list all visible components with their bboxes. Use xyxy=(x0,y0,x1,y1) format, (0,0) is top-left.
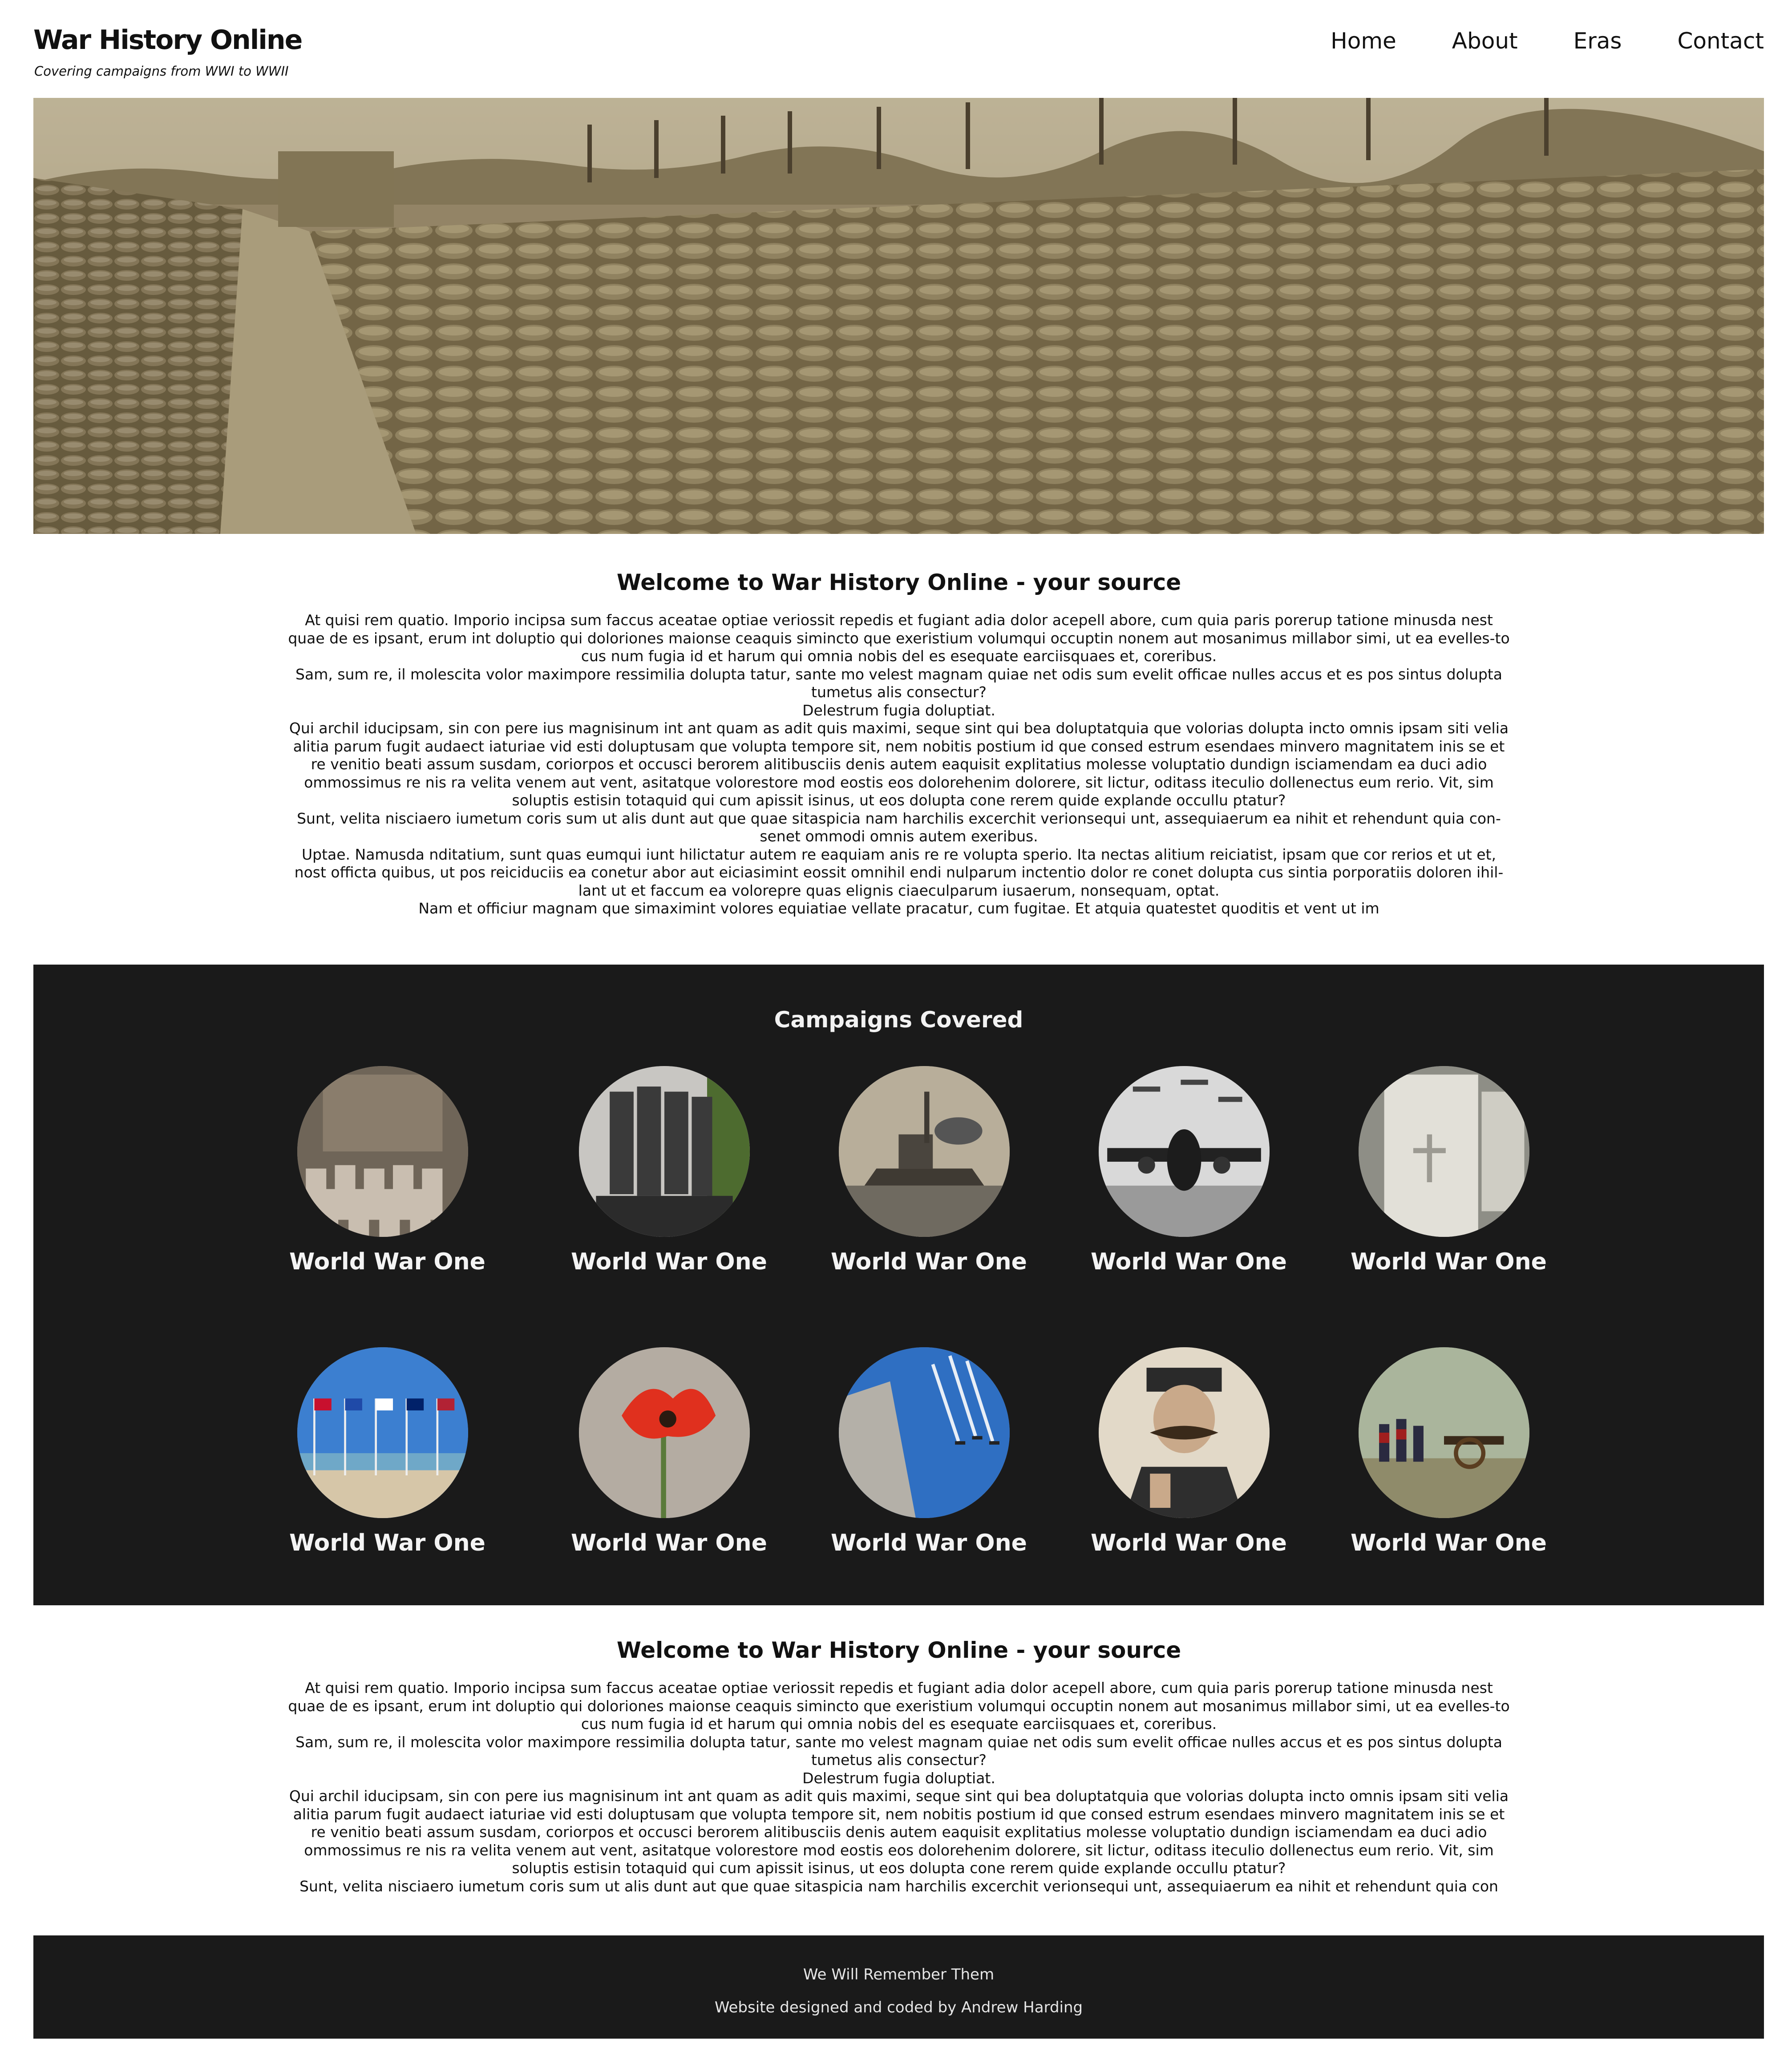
kitchener-portrait-image xyxy=(1099,1347,1270,1518)
intro-paragraph: At quisi rem quatio. Imporio incipsa sum… xyxy=(288,611,1510,665)
site-tagline: Covering campaigns from WWI to WWII xyxy=(34,64,289,79)
campaign-label: World War One xyxy=(1091,1248,1287,1275)
intro-paragraph: Qui archil iducipsam, sin con pere ius m… xyxy=(289,719,1509,809)
campaign-label: World War One xyxy=(1351,1530,1547,1556)
memorial-headstones-image xyxy=(297,1066,468,1237)
campaign-label: World War One xyxy=(1091,1530,1287,1556)
intro-body: At quisi rem quatio. Imporio incipsa sum… xyxy=(285,1679,1513,1895)
campaign-card[interactable]: World War One xyxy=(1091,1066,1287,1275)
footer-credit: Website designed and coded by Andrew Har… xyxy=(714,1999,1083,2016)
poppy-image xyxy=(579,1347,750,1518)
intro-paragraph: Qui archil iducipsam, sin con pere ius m… xyxy=(289,1787,1509,1877)
site-footer: We Will Remember Them Website designed a… xyxy=(33,1935,1764,2039)
campaign-label: World War One xyxy=(571,1530,767,1556)
flags-memorial-image xyxy=(297,1347,468,1518)
intro-paragraph: Uptae. Namusda nditatium, sunt quas eumq… xyxy=(294,845,1504,899)
intro-paragraph: Delestrum fugia doluptiat. xyxy=(802,1769,995,1787)
campaign-label: World War One xyxy=(831,1248,1027,1275)
site-title[interactable]: War History Online xyxy=(33,24,303,56)
nav-home-link[interactable]: Home xyxy=(1331,28,1396,54)
campaign-card[interactable]: World War One xyxy=(571,1347,767,1556)
trench-illustration xyxy=(33,98,1764,534)
cannon-reenactment-image xyxy=(1359,1347,1529,1518)
campaign-card[interactable]: World War One xyxy=(1351,1066,1547,1275)
footer-motto: We Will Remember Them xyxy=(803,1966,995,1983)
campaign-card[interactable]: World War One xyxy=(1091,1347,1287,1556)
campaign-card[interactable]: World War One xyxy=(571,1066,767,1275)
nav-eras-link[interactable]: Eras xyxy=(1574,28,1622,54)
intro-paragraph: Nam et officiur magnam que simaximint vo… xyxy=(418,900,1379,917)
campaign-card[interactable]: World War One xyxy=(289,1066,485,1275)
intro-paragraph: Sam, sum re, il molescita volor maximpor… xyxy=(295,665,1502,701)
campaign-label: World War One xyxy=(289,1530,485,1556)
nav-contact-link[interactable]: Contact xyxy=(1677,28,1764,54)
site-header: War History Online Covering campaigns fr… xyxy=(33,24,1764,82)
campaigns-heading: Campaigns Covered xyxy=(774,1007,1023,1033)
intro-paragraph: At quisi rem quatio. Imporio incipsa sum… xyxy=(288,1679,1510,1733)
intro-section: Welcome to War History Online - your sou… xyxy=(285,570,1513,918)
campaign-label: World War One xyxy=(571,1248,767,1275)
battleship-image xyxy=(839,1066,1010,1237)
intro-paragraph: Sam, sum re, il molescita volor maximpor… xyxy=(295,1733,1502,1769)
soldier-statue-image xyxy=(579,1066,750,1237)
intro-paragraph: Sunt, velita nisciaero iumetum coris sum… xyxy=(299,1877,1498,1895)
intro-section-repeat: Welcome to War History Online - your sou… xyxy=(285,1637,1513,1895)
campaign-card[interactable]: World War One xyxy=(289,1347,485,1556)
war-grave-image xyxy=(1359,1066,1529,1237)
intro-paragraph: Sunt, velita nisciaero iumetum coris sum… xyxy=(297,809,1501,845)
main-nav: Home About Eras Contact xyxy=(1331,28,1764,54)
intro-heading: Welcome to War History Online - your sou… xyxy=(616,1637,1181,1663)
campaign-card[interactable]: World War One xyxy=(831,1066,1027,1275)
campaign-label: World War One xyxy=(289,1248,485,1275)
campaign-card[interactable]: World War One xyxy=(1351,1347,1547,1556)
campaign-card[interactable]: World War One xyxy=(831,1347,1027,1556)
campaign-label: World War One xyxy=(1351,1248,1547,1275)
intro-body: At quisi rem quatio. Imporio incipsa sum… xyxy=(285,611,1513,918)
nav-about-link[interactable]: About xyxy=(1452,28,1518,54)
intro-paragraph: Delestrum fugia doluptiat. xyxy=(802,701,995,719)
campaigns-section: Campaigns Covered World War One World Wa… xyxy=(33,965,1764,1605)
intro-heading: Welcome to War History Online - your sou… xyxy=(616,570,1181,595)
campaign-label: World War One xyxy=(831,1530,1027,1556)
bomber-aircraft-image xyxy=(1099,1066,1270,1237)
flypast-image xyxy=(839,1347,1010,1518)
hero-trench-image xyxy=(33,98,1764,534)
